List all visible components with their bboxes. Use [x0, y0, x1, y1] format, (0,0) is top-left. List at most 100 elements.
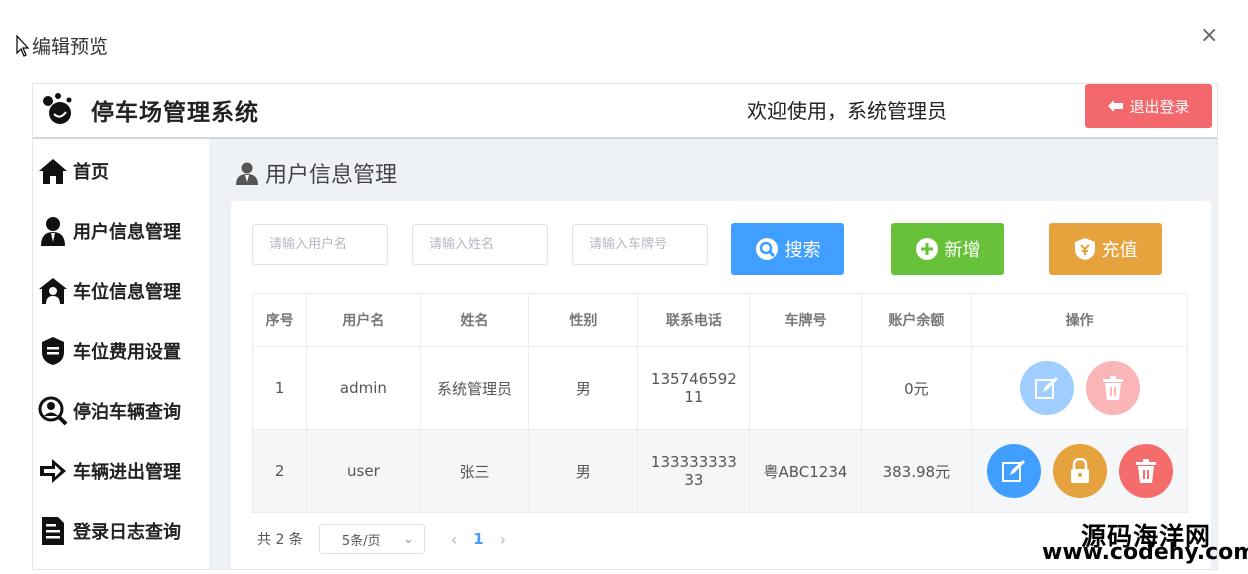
- search-icon: [755, 238, 778, 260]
- col-header-name: 姓名: [419, 293, 530, 347]
- phone-line-1: 135746592: [650, 370, 737, 388]
- cell-plate: [749, 346, 862, 430]
- logout-arrow-icon: [1108, 100, 1124, 112]
- trash-icon: [1135, 459, 1156, 483]
- system-title: 停车场管理系统: [91, 100, 259, 126]
- cell-balance: 383.98元: [860, 429, 973, 513]
- search-label: 搜索: [784, 240, 821, 261]
- edit-icon: [1034, 377, 1058, 399]
- col-header-actions: 操作: [971, 293, 1188, 347]
- delete-button[interactable]: [1085, 361, 1140, 415]
- cell-phone: 133333333 33: [637, 429, 751, 513]
- pagination: 共 2 条 5条/页 ⌄ ‹ 1 ›: [257, 524, 522, 554]
- cell-plate: 粤ABC1234: [749, 429, 862, 513]
- user-card: 请输入用户名 请输入姓名 请输入车牌号 搜索 新增 充值 序号 用户名 姓名 性…: [231, 201, 1211, 569]
- sidebar-item-parked-vehicles[interactable]: 停泊车辆查询: [37, 393, 181, 429]
- chevron-down-icon: ⌄: [402, 531, 414, 547]
- table-row: 2 user 张三 男 133333333 33 粤ABC1234 383.98元: [251, 429, 1188, 513]
- money-shield-icon: [1074, 238, 1095, 260]
- app-header: 停车场管理系统 欢迎使用，系统管理员 退出登录: [33, 84, 1217, 139]
- logout-button[interactable]: 退出登录: [1085, 84, 1212, 128]
- page-size-value: 5条/页: [341, 533, 381, 549]
- recharge-label: 充值: [1101, 240, 1138, 261]
- user-icon: [37, 215, 69, 247]
- sidebar-item-label: 车位费用设置: [73, 342, 181, 363]
- current-page[interactable]: 1: [473, 530, 483, 548]
- add-label: 新增: [944, 240, 981, 261]
- cell-index: 2: [251, 429, 308, 513]
- recharge-button[interactable]: 充值: [1049, 223, 1162, 275]
- cell-actions: [971, 346, 1188, 430]
- main-content: 用户信息管理 请输入用户名 请输入姓名 请输入车牌号 搜索 新增 充值 序号 用…: [209, 139, 1217, 569]
- sidebar: 首页 用户信息管理 车位信息管理 车位费用设置 停泊车辆查询 车辆进出管理 登录…: [33, 139, 209, 569]
- user-title-icon: [236, 162, 258, 185]
- sidebar-item-parking-space[interactable]: 车位信息管理: [37, 273, 181, 309]
- cell-index: 1: [251, 346, 308, 430]
- edit-icon: [1001, 460, 1025, 482]
- reset-password-button[interactable]: [1052, 444, 1107, 498]
- delete-button[interactable]: [1118, 444, 1173, 498]
- logo-icon: [43, 93, 72, 124]
- log-document-icon: [37, 515, 69, 547]
- cell-username: user: [306, 429, 421, 513]
- fee-shield-icon: [37, 335, 69, 367]
- prev-page-button[interactable]: ‹: [451, 530, 457, 549]
- col-header-username: 用户名: [306, 293, 421, 347]
- cell-username: admin: [306, 346, 421, 430]
- sidebar-item-label: 车位信息管理: [73, 282, 181, 303]
- cell-actions: [971, 429, 1188, 513]
- trash-icon: [1102, 376, 1123, 400]
- search-person-icon: [37, 395, 69, 427]
- name-search-input[interactable]: 请输入姓名: [412, 224, 548, 265]
- cell-name: 张三: [419, 429, 530, 513]
- col-header-gender: 性别: [528, 293, 639, 347]
- col-header-balance: 账户余额: [860, 293, 973, 347]
- welcome-text: 欢迎使用，系统管理员: [747, 99, 947, 123]
- watermark-line-2: www.codehy.com: [1042, 540, 1248, 565]
- cell-gender: 男: [528, 346, 639, 430]
- phone-line-2: 11: [684, 388, 704, 406]
- edit-button[interactable]: [1019, 361, 1074, 415]
- cell-gender: 男: [528, 429, 639, 513]
- arrow-in-out-icon: [37, 455, 69, 487]
- cell-phone: 135746592 11: [637, 346, 751, 430]
- total-count: 共 2 条: [257, 532, 303, 548]
- close-icon[interactable]: ×: [1200, 24, 1218, 48]
- cell-balance: 0元: [860, 346, 973, 430]
- mouse-cursor-icon: [16, 34, 30, 57]
- sidebar-item-label: 用户信息管理: [73, 222, 181, 243]
- next-page-button[interactable]: ›: [500, 530, 506, 549]
- sidebar-item-vehicle-in-out[interactable]: 车辆进出管理: [37, 453, 181, 489]
- table-row: 1 admin 系统管理员 男 135746592 11 0元: [251, 346, 1188, 430]
- sidebar-item-fee-settings[interactable]: 车位费用设置: [37, 333, 181, 369]
- home-icon: [37, 155, 69, 187]
- preview-frame: 停车场管理系统 欢迎使用，系统管理员 退出登录 首页 用户信息管理 车位信息管理…: [32, 83, 1218, 570]
- sidebar-item-label: 停泊车辆查询: [73, 402, 181, 423]
- page-title: 用户信息管理: [235, 157, 397, 189]
- cell-name: 系统管理员: [419, 346, 530, 430]
- dialog-title: 编辑预览: [16, 32, 108, 59]
- logout-label: 退出登录: [1129, 97, 1190, 116]
- phone-line-2: 33: [684, 471, 704, 489]
- username-search-input[interactable]: 请输入用户名: [252, 224, 388, 265]
- phone-line-1: 133333333: [650, 453, 737, 471]
- add-button[interactable]: 新增: [891, 223, 1004, 275]
- sidebar-item-home[interactable]: 首页: [37, 153, 109, 189]
- sidebar-item-user-info[interactable]: 用户信息管理: [37, 213, 181, 249]
- sidebar-item-login-log[interactable]: 登录日志查询: [37, 513, 181, 549]
- search-button[interactable]: 搜索: [731, 223, 844, 275]
- parking-space-icon: [37, 275, 69, 307]
- page-size-select[interactable]: 5条/页 ⌄: [318, 524, 425, 554]
- plate-search-input[interactable]: 请输入车牌号: [572, 224, 708, 265]
- lock-icon: [1070, 458, 1089, 483]
- col-header-index: 序号: [251, 293, 308, 347]
- edit-button[interactable]: [986, 444, 1041, 498]
- sidebar-item-label: 车辆进出管理: [73, 462, 181, 483]
- sidebar-item-label: 登录日志查询: [73, 522, 181, 543]
- user-table: 序号 用户名 姓名 性别 联系电话 车牌号 账户余额 操作 1 admin 系统: [251, 293, 1188, 513]
- col-header-phone: 联系电话: [637, 293, 751, 347]
- dialog-title-text: 编辑预览: [32, 36, 109, 58]
- col-header-plate: 车牌号: [749, 293, 862, 347]
- sidebar-item-label: 首页: [73, 162, 109, 183]
- add-icon: [915, 238, 938, 260]
